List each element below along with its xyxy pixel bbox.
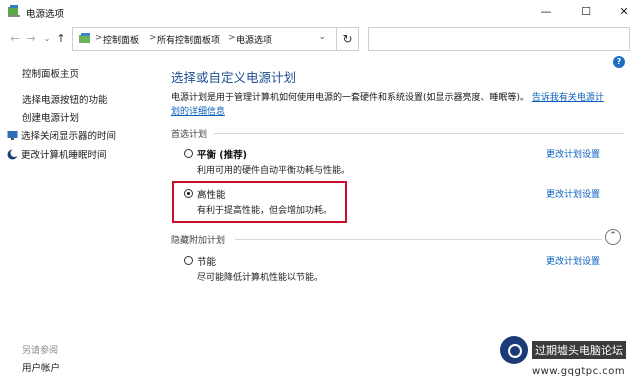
page-description: 电源计划是用于管理计算机如何使用电源的一套硬件和系统设置(如显示器亮度、睡眠等)… bbox=[171, 91, 611, 119]
watermark-logo-icon bbox=[500, 336, 528, 364]
section-divider bbox=[235, 239, 602, 240]
plan-name: 节能 bbox=[197, 257, 217, 268]
change-plan-settings-high-performance[interactable]: 更改计划设置 bbox=[546, 187, 600, 200]
watermark-title: 过期墟头电脑论坛 bbox=[532, 341, 626, 359]
page-title: 选择或自定义电源计划 bbox=[171, 70, 297, 85]
search-input[interactable] bbox=[368, 27, 630, 51]
sidebar-link-create-plan[interactable]: 创建电源计划 bbox=[22, 110, 79, 124]
sidebar-link-power-buttons[interactable]: 选择电源按钮的功能 bbox=[22, 92, 108, 106]
sidebar: 控制面板主页 选择电源按钮的功能 创建电源计划 选择关闭显示器的时间 更改计算机… bbox=[0, 55, 140, 388]
plan-radio-high-performance[interactable] bbox=[184, 189, 193, 198]
change-plan-settings-power-saver[interactable]: 更改计划设置 bbox=[546, 254, 600, 267]
watermark-url: www.gqgtpc.com bbox=[532, 366, 626, 377]
breadcrumb-all-items[interactable]: 所有控制面板项 bbox=[157, 33, 220, 46]
plan-radio-power-saver[interactable] bbox=[184, 256, 193, 265]
moon-icon bbox=[7, 149, 18, 160]
sidebar-link-label: 选择关闭显示器的时间 bbox=[21, 131, 117, 142]
plan-description: 尽可能降低计算机性能以节能。 bbox=[197, 273, 324, 283]
navigation-bar: ← → ⌄ ↑ > 控制面板 > 所有控制面板项 > 电源选项 ⌄ ↻ bbox=[0, 24, 640, 54]
display-icon bbox=[7, 131, 18, 140]
recent-locations-dropdown[interactable]: ⌄ bbox=[40, 31, 54, 47]
sidebar-link-label: 更改计算机睡眠时间 bbox=[21, 150, 107, 161]
see-also-label: 另请参阅 bbox=[22, 346, 59, 356]
power-options-icon bbox=[8, 5, 20, 17]
refresh-button[interactable]: ↻ bbox=[336, 28, 358, 50]
minimize-button[interactable]: — bbox=[530, 0, 562, 24]
breadcrumb-separator: > bbox=[228, 33, 236, 43]
sidebar-home-link[interactable]: 控制面板主页 bbox=[22, 66, 79, 80]
forward-button[interactable]: → bbox=[24, 31, 38, 47]
up-button[interactable]: ↑ bbox=[54, 31, 68, 47]
window-title: 电源选项 bbox=[26, 9, 65, 20]
breadcrumb-separator: > bbox=[149, 33, 157, 43]
plan-description: 利用可用的硬件自动平衡功耗与性能。 bbox=[197, 166, 351, 176]
plan-name: 平衡 (推荐) bbox=[197, 150, 247, 161]
plan-radio-balanced[interactable] bbox=[184, 149, 193, 158]
collapse-chevron-icon[interactable]: ⌃ bbox=[605, 229, 621, 245]
section-divider bbox=[214, 133, 624, 134]
watermark: 过期墟头电脑论坛 www.gqgtpc.com bbox=[497, 333, 640, 388]
back-button[interactable]: ← bbox=[8, 31, 22, 47]
close-button[interactable]: ✕ bbox=[608, 0, 640, 24]
user-accounts-link[interactable]: 用户帐户 bbox=[22, 360, 60, 374]
change-plan-settings-balanced[interactable]: 更改计划设置 bbox=[546, 147, 600, 160]
sidebar-link-display-off[interactable]: 选择关闭显示器的时间 bbox=[7, 128, 116, 142]
breadcrumb-power-options[interactable]: 电源选项 bbox=[236, 33, 272, 46]
breadcrumb-control-panel[interactable]: 控制面板 bbox=[103, 33, 139, 46]
plan-description: 有利于提高性能，但会增加功耗。 bbox=[197, 206, 333, 216]
title-bar: 电源选项 — ☐ ✕ bbox=[0, 0, 640, 24]
control-panel-icon bbox=[79, 33, 90, 43]
description-text: 电源计划是用于管理计算机如何使用电源的一套硬件和系统设置(如显示器亮度、睡眠等)… bbox=[171, 93, 530, 103]
maximize-button[interactable]: ☐ bbox=[570, 0, 602, 24]
sidebar-link-sleep[interactable]: 更改计算机睡眠时间 bbox=[7, 147, 107, 161]
address-bar[interactable]: > 控制面板 > 所有控制面板项 > 电源选项 ⌄ bbox=[72, 27, 359, 51]
help-icon[interactable]: ? bbox=[613, 56, 625, 68]
breadcrumb-separator: > bbox=[95, 33, 103, 43]
preferred-plans-heading: 首选计划 bbox=[171, 130, 208, 140]
plan-name: 高性能 bbox=[197, 190, 226, 201]
address-dropdown-icon[interactable]: ⌄ bbox=[318, 32, 326, 42]
hidden-plans-heading: 隐藏附加计划 bbox=[171, 236, 226, 246]
